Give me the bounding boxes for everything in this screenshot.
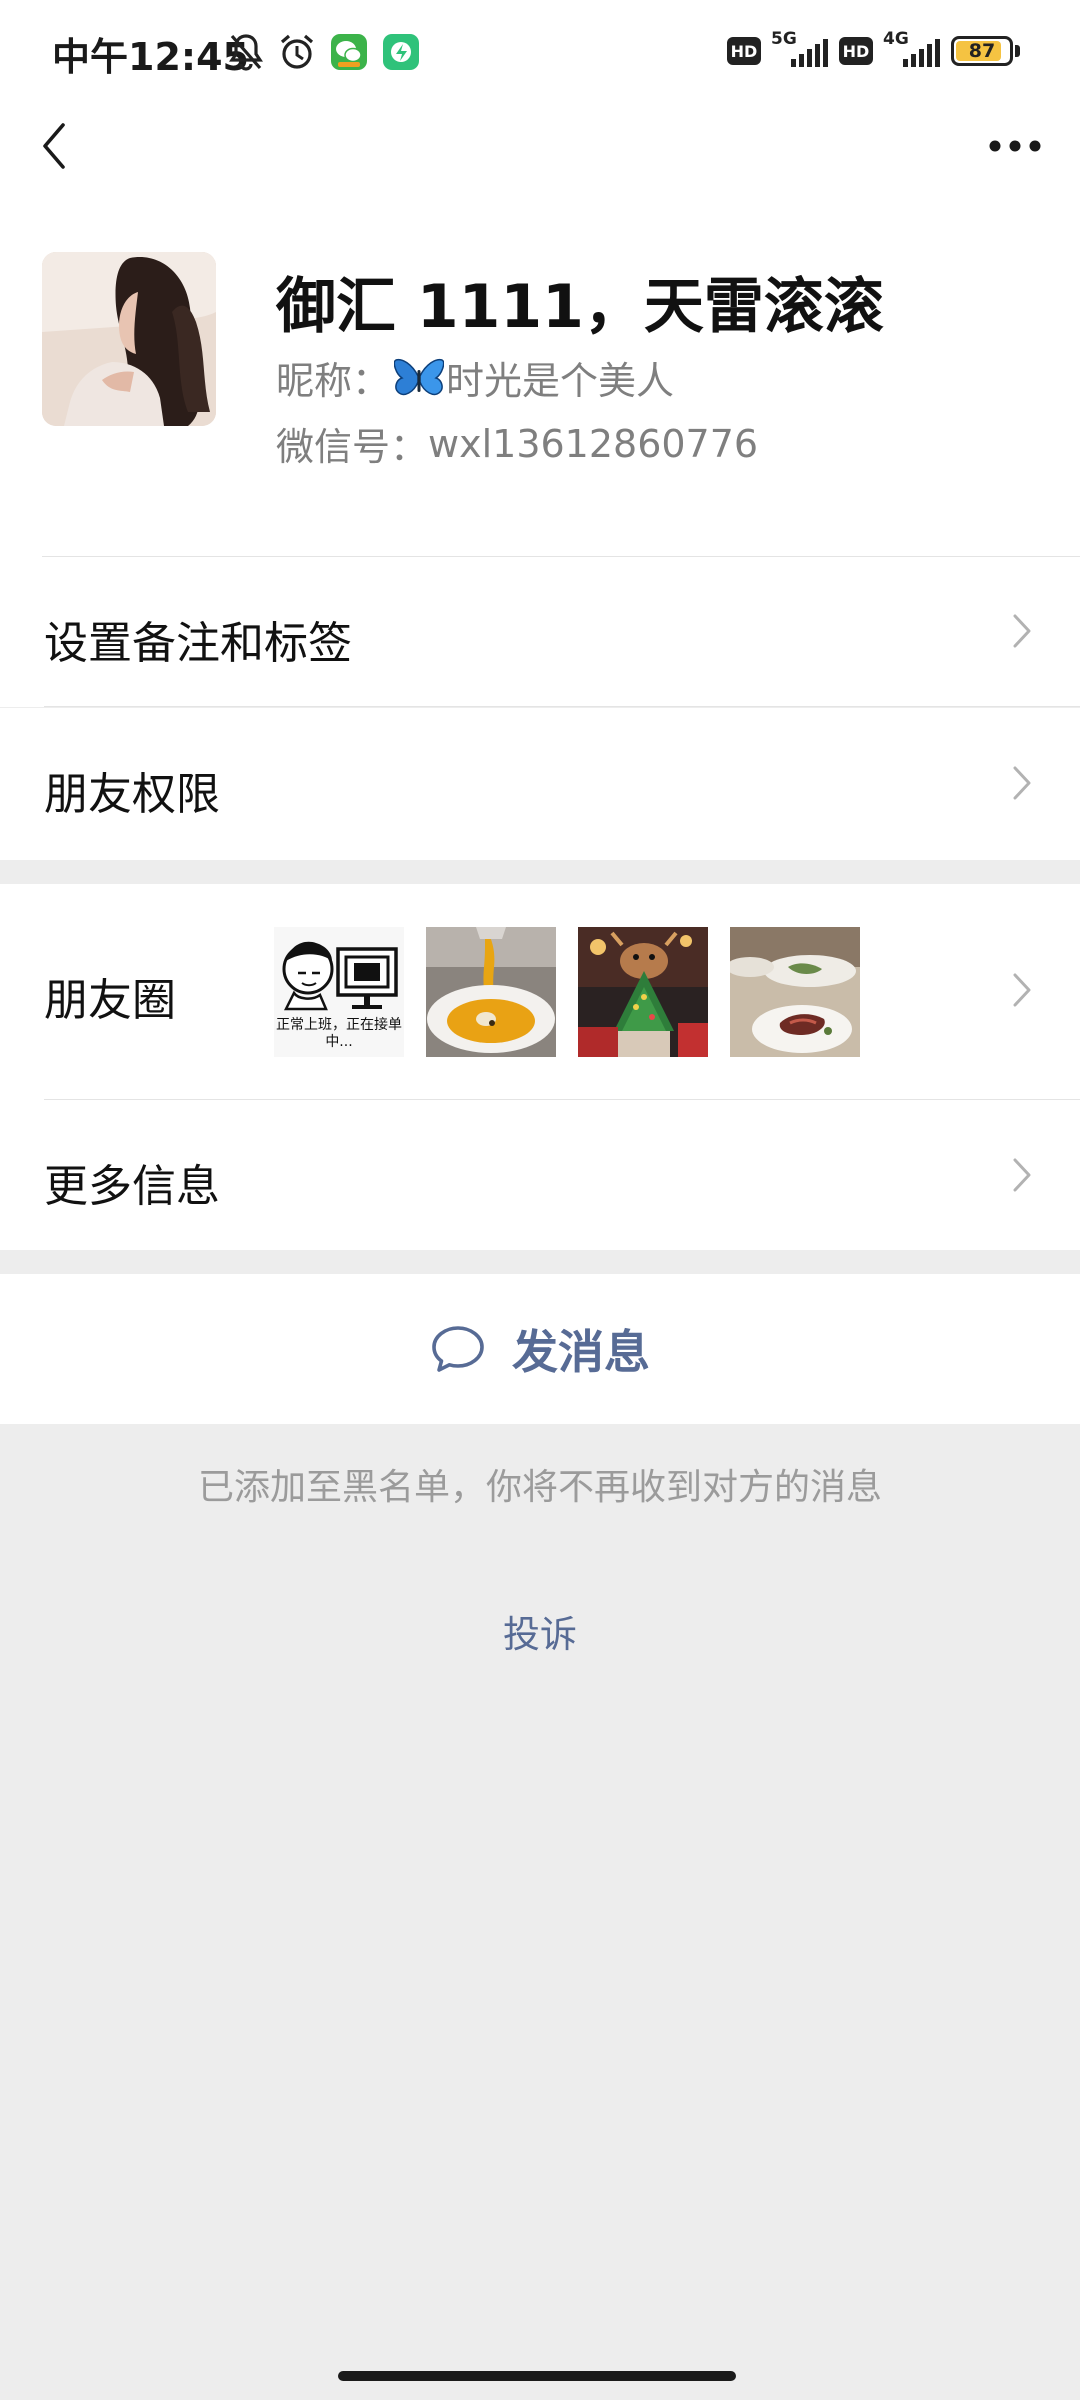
moments-thumb-meme: 正常上班，正在接单中... <box>274 927 404 1057</box>
wechat-id-row[interactable]: 微信号： wxl13612860776 <box>276 416 758 471</box>
moments-thumb-steak <box>730 927 860 1057</box>
battery-percent: 87 <box>968 40 996 62</box>
set-remark-tags-label: 设置备注和标签 <box>44 618 352 669</box>
more-info-label: 更多信息 <box>44 1161 220 1212</box>
butterfly-icon <box>394 356 445 400</box>
meme-caption: 正常上班，正在接单中... <box>276 1017 402 1050</box>
chat-bubble-icon <box>430 1324 486 1374</box>
status-icons-left <box>228 30 434 74</box>
send-message-label: 发消息 <box>512 1325 650 1379</box>
blacklist-note: 已添加至黑名单，你将不再收到对方的消息 <box>197 1467 882 1508</box>
battery-cap <box>1015 45 1020 57</box>
alarm-icon <box>278 32 316 72</box>
status-time: 中午12:45 <box>52 35 249 79</box>
wechat-id-value: wxl13612860776 <box>428 421 759 466</box>
chevron-left-icon <box>43 123 65 169</box>
nickname-row: 昵称： 时光是个美人 <box>276 350 674 405</box>
status-bar: 中午12:45 HD 5G HD 4G 87 <box>0 0 1080 100</box>
friend-permission-label: 朋友权限 <box>44 769 220 820</box>
profile-header: 御汇 1111，天雷滚滚 昵称： 时光是个美人 微信号： wxl13612860… <box>0 192 1080 557</box>
avatar[interactable] <box>42 252 216 426</box>
chevron-right-icon <box>1008 611 1036 651</box>
battery-icon: 87 <box>951 36 1013 66</box>
wechat-id-label: 微信号： <box>276 425 429 469</box>
moments-thumbnails: 正常上班，正在接单中... <box>274 927 882 1057</box>
signal-5g-icon: 5G <box>771 29 829 71</box>
set-remark-tags-cell[interactable]: 设置备注和标签 <box>0 557 1080 707</box>
ellipsis-icon <box>989 140 1041 152</box>
contact-profile-screen: 中午12:45 HD 5G HD 4G 87 御汇 1111，天雷滚滚 昵称： … <box>0 0 1080 2400</box>
back-button[interactable] <box>30 118 78 174</box>
chevron-right-icon <box>1008 763 1036 803</box>
complain-link[interactable]: 投诉 <box>0 1604 1080 1658</box>
moments-label: 朋友圈 <box>44 975 176 1026</box>
moments-thumb-christmas <box>578 927 708 1057</box>
divider <box>44 706 1080 707</box>
green-app-icon <box>382 33 420 71</box>
nickname-label: 昵称： <box>276 359 391 403</box>
more-button[interactable] <box>980 122 1050 170</box>
signal-4g-icon: 4G <box>883 29 941 71</box>
moments-cell[interactable]: 朋友圈 正常上班，正在接单中... <box>0 884 1080 1100</box>
hd-badge: HD <box>839 37 873 65</box>
chevron-right-icon <box>1008 1155 1036 1195</box>
moments-thumb-soup <box>426 927 556 1057</box>
chevron-right-icon <box>1008 970 1036 1010</box>
hd-badge: HD <box>727 37 761 65</box>
nickname-value: 时光是个美人 <box>446 359 675 403</box>
bell-off-icon <box>228 32 264 72</box>
home-indicator[interactable] <box>338 2371 736 2381</box>
wechat-app-icon <box>330 33 368 71</box>
more-info-cell[interactable]: 更多信息 <box>0 1100 1080 1250</box>
status-icons-right: HD 5G HD 4G 87 <box>717 28 1020 74</box>
nav-bar <box>0 100 1080 192</box>
send-message-button[interactable]: 发消息 <box>0 1274 1080 1424</box>
friend-permission-cell[interactable]: 朋友权限 <box>0 708 1080 860</box>
contact-name: 御汇 1111，天雷滚滚 <box>276 272 884 342</box>
